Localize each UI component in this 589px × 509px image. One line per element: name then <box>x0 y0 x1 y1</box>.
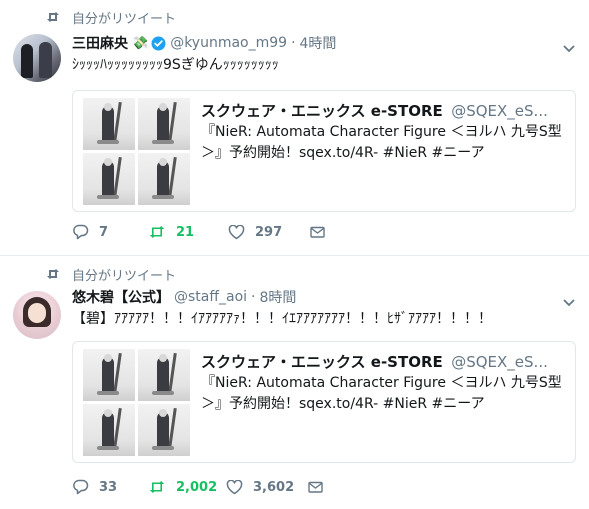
screen-name[interactable]: @staff_aoi <box>174 289 247 305</box>
tweet-header: 悠木碧【公式】 @staff_aoi · 8時間 <box>72 287 296 307</box>
avatar[interactable] <box>13 291 61 339</box>
figure-photo <box>138 404 190 456</box>
direct-message-button[interactable] <box>308 481 323 493</box>
reply-count: 33 <box>99 479 118 495</box>
display-name[interactable]: 悠木碧【公式】 <box>72 287 170 307</box>
reply-count: 7 <box>99 224 109 240</box>
quote-display-name: スクウェア・エニックス e-STORE <box>201 353 443 371</box>
retweet-button[interactable]: 21 <box>148 225 228 240</box>
quote-screen-name: @SQEX_eS... <box>451 353 548 371</box>
heart-icon <box>228 224 245 240</box>
quote-display-name: スクウェア・エニックス e-STORE <box>201 102 443 120</box>
retweet-count: 21 <box>176 224 195 240</box>
retweet-icon <box>148 480 166 494</box>
envelope-icon <box>308 481 323 493</box>
timestamp[interactable]: 8時間 <box>260 287 297 307</box>
retweet-icon <box>46 268 60 280</box>
reply-button[interactable]: 7 <box>72 224 148 240</box>
retweet-icon <box>148 225 166 239</box>
like-button[interactable]: 3,602 <box>226 479 308 495</box>
retweet-context-label: 自分がリツイート <box>72 268 177 284</box>
like-count: 3,602 <box>253 479 295 495</box>
timestamp[interactable]: 4時間 <box>300 33 337 53</box>
quote-tweet-card[interactable]: スクウェア・エニックス e-STORE @SQEX_eS... 『NieR: A… <box>72 90 576 212</box>
quote-media-grid <box>83 98 191 206</box>
display-name[interactable]: 三田麻央 <box>72 33 128 53</box>
retweet-context-label: 自分がリツイート <box>72 11 177 27</box>
chevron-down-icon[interactable] <box>563 38 575 53</box>
money-emoji: 💸 <box>132 35 149 51</box>
tweet-header: 三田麻央 💸 @kyunmao_m99 · 4時間 <box>72 33 336 53</box>
tweet[interactable]: 自分がリツイート 三田麻央 💸 @kyunmao_m99 · 4時間 ｼｯｯｯﾊ… <box>0 0 589 256</box>
reply-button[interactable]: 33 <box>72 479 148 495</box>
direct-message-button[interactable] <box>310 226 325 238</box>
retweet-icon <box>46 11 60 23</box>
separator-dot: · <box>291 35 296 51</box>
quote-tweet-card[interactable]: スクウェア・エニックス e-STORE @SQEX_eS... 『NieR: A… <box>72 341 576 463</box>
figure-photo <box>138 349 190 401</box>
quote-text: 『NieR: Automata Character Figure ＜ヨルハ 九号… <box>201 375 562 412</box>
screen-name[interactable]: @kyunmao_m99 <box>170 35 287 51</box>
quote-header: スクウェア・エニックス e-STORE @SQEX_eS... <box>201 100 565 121</box>
avatar[interactable] <box>13 34 61 82</box>
chevron-down-icon[interactable] <box>563 292 575 307</box>
retweet-button[interactable]: 2,002 <box>148 480 226 495</box>
tweet-text: 【碧】ｱｱｱｱｱ！！！ｲｱｱｱｱｱｧ！！！ｲｴｱｱｱｱｱｱｱ！！！ﾋｻﾞｱｱｱｱ… <box>72 311 492 327</box>
quote-media-grid <box>83 349 191 457</box>
heart-icon <box>226 479 243 495</box>
retweet-context: 自分がリツイート <box>46 265 177 284</box>
figure-photo <box>138 98 190 150</box>
tweet-actions: 7 21 297 <box>72 222 325 242</box>
figure-photo <box>138 153 190 205</box>
quote-screen-name: @SQEX_eS... <box>451 102 548 120</box>
quote-header: スクウェア・エニックス e-STORE @SQEX_eS... <box>201 351 565 372</box>
tweet-actions: 33 2,002 3,602 <box>72 477 323 497</box>
like-button[interactable]: 297 <box>228 224 310 240</box>
tweet-text: ｼｯｯｯﾊｯｯｯｯｯｯｯｯ9Sぎゆんｯｯｯｯｯｯｯｯ <box>72 57 279 73</box>
quote-text: 『NieR: Automata Character Figure ＜ヨルハ 九号… <box>201 124 562 161</box>
reply-icon <box>72 224 89 240</box>
separator-dot: · <box>251 289 256 305</box>
reply-icon <box>72 479 89 495</box>
retweet-context: 自分がリツイート <box>46 8 177 27</box>
retweet-count: 2,002 <box>176 479 218 495</box>
figure-photo <box>83 98 135 150</box>
figure-photo <box>83 153 135 205</box>
envelope-icon <box>310 226 325 238</box>
like-count: 297 <box>255 224 283 240</box>
verified-badge-icon <box>151 36 166 51</box>
figure-photo <box>83 404 135 456</box>
figure-photo <box>83 349 135 401</box>
tweet[interactable]: 自分がリツイート 悠木碧【公式】 @staff_aoi · 8時間 【碧】ｱｱｱ… <box>0 257 589 509</box>
